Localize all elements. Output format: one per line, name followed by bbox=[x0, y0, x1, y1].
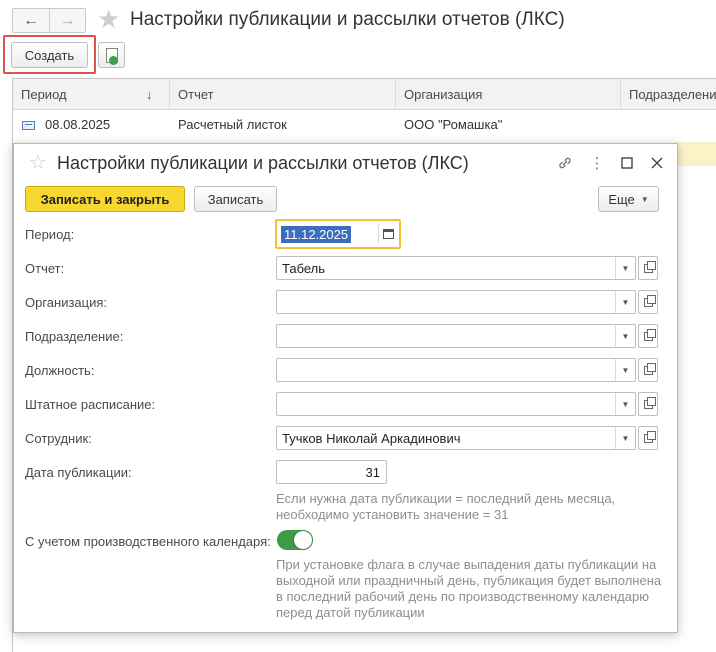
maximize-icon[interactable] bbox=[617, 153, 637, 173]
chevron-down-icon[interactable]: ▼ bbox=[615, 427, 635, 449]
open-position-button[interactable] bbox=[638, 358, 658, 382]
column-header-department[interactable]: Подразделение bbox=[621, 79, 716, 110]
chevron-down-icon[interactable]: ▼ bbox=[615, 257, 635, 279]
selected-row-highlight bbox=[673, 142, 716, 166]
create-copy-button[interactable] bbox=[98, 42, 125, 68]
more-menu-icon[interactable]: ⋮ bbox=[587, 153, 607, 173]
open-staffing-button[interactable] bbox=[638, 392, 658, 416]
employee-value: Тучков Николай Аркадинович bbox=[282, 430, 461, 446]
calendar-toggle[interactable] bbox=[277, 530, 313, 550]
column-header-organization[interactable]: Организация bbox=[396, 79, 621, 110]
period-value[interactable]: 11.12.2025 bbox=[281, 225, 352, 243]
save-button[interactable]: Записать bbox=[194, 186, 277, 212]
open-window-icon bbox=[643, 294, 656, 307]
calendar-hint: При установке флага в случае выпадения д… bbox=[276, 557, 661, 621]
table-row[interactable]: 08.08.2025 Расчетный листок ООО "Ромашка… bbox=[13, 111, 716, 139]
create-button[interactable]: Создать bbox=[11, 42, 88, 68]
forward-arrow-icon: → bbox=[59, 11, 76, 29]
period-label: Период: bbox=[25, 227, 75, 242]
record-icon bbox=[22, 121, 35, 130]
open-window-icon bbox=[643, 430, 656, 443]
back-button[interactable]: ← bbox=[13, 9, 49, 32]
open-window-icon bbox=[643, 396, 656, 409]
row-report: Расчетный листок bbox=[178, 117, 287, 132]
report-field[interactable]: Табель ▼ bbox=[276, 256, 636, 280]
row-period: 08.08.2025 bbox=[45, 117, 111, 132]
publication-date-field[interactable]: 31 bbox=[276, 460, 387, 484]
toggle-knob bbox=[294, 531, 312, 549]
column-header-report[interactable]: Отчет bbox=[170, 79, 396, 110]
sort-down-icon: ↓ bbox=[146, 87, 153, 102]
favorite-star-icon[interactable]: ☆ bbox=[29, 151, 47, 175]
calendar-icon[interactable] bbox=[383, 229, 394, 239]
back-arrow-icon: ← bbox=[23, 11, 39, 29]
chevron-down-icon[interactable]: ▼ bbox=[615, 291, 635, 313]
settings-dialog: ☆ Настройки публикации и рассылки отчето… bbox=[13, 143, 678, 633]
page-title: Настройки публикации и рассылки отчетов … bbox=[130, 9, 565, 30]
main-header: ← → ★ Настройки публикации и рассылки от… bbox=[0, 0, 716, 40]
favorite-star-icon[interactable]: ★ bbox=[97, 5, 120, 33]
organization-field[interactable]: ▼ bbox=[276, 290, 636, 314]
divider bbox=[378, 224, 379, 244]
employee-field[interactable]: Тучков Николай Аркадинович ▼ bbox=[276, 426, 636, 450]
open-window-icon bbox=[643, 328, 656, 341]
forward-button[interactable]: → bbox=[49, 9, 85, 32]
staffing-field[interactable]: ▼ bbox=[276, 392, 636, 416]
staffing-label: Штатное расписание: bbox=[25, 397, 156, 412]
department-label: Подразделение: bbox=[25, 329, 124, 344]
hint-line: перед датой публикации bbox=[276, 605, 425, 620]
open-department-button[interactable] bbox=[638, 324, 658, 348]
close-icon[interactable] bbox=[647, 153, 667, 173]
add-document-icon bbox=[105, 47, 118, 65]
open-employee-button[interactable] bbox=[638, 426, 658, 450]
hint-line: выходной или праздничный день, публикаци… bbox=[276, 573, 662, 588]
publication-date-label: Дата публикации: bbox=[25, 465, 132, 480]
position-label: Должность: bbox=[25, 363, 95, 378]
chevron-down-icon[interactable]: ▼ bbox=[615, 359, 635, 381]
nav-buttons: ← → bbox=[12, 8, 86, 33]
department-field[interactable]: ▼ bbox=[276, 324, 636, 348]
chevron-down-icon[interactable]: ▼ bbox=[615, 325, 635, 347]
chevron-down-icon[interactable]: ▼ bbox=[615, 393, 635, 415]
list-header: Период ↓ Отчет Организация Подразделение bbox=[13, 79, 716, 110]
save-and-close-button[interactable]: Записать и закрыть bbox=[25, 186, 185, 212]
hint-line: в последний рабочий день по производстве… bbox=[276, 589, 649, 604]
more-label: Еще bbox=[608, 191, 635, 207]
report-value: Табель bbox=[282, 260, 326, 276]
open-report-button[interactable] bbox=[638, 256, 658, 280]
employee-label: Сотрудник: bbox=[25, 431, 92, 446]
hint-line: Если нужна дата публикации = последний д… bbox=[276, 491, 616, 506]
dialog-title: Настройки публикации и рассылки отчетов … bbox=[57, 153, 469, 173]
publication-date-hint: Если нужна дата публикации = последний д… bbox=[276, 491, 615, 523]
open-window-icon bbox=[643, 362, 656, 375]
open-window-icon bbox=[643, 260, 656, 273]
chevron-down-icon: ▼ bbox=[640, 194, 649, 204]
publication-date-value[interactable]: 31 bbox=[366, 465, 386, 480]
calendar-label: С учетом производственного календаря: bbox=[25, 534, 271, 549]
position-field[interactable]: ▼ bbox=[276, 358, 636, 382]
row-organization: ООО "Ромашка" bbox=[404, 117, 503, 132]
organization-label: Организация: bbox=[25, 295, 108, 310]
period-field[interactable]: 11.12.2025 bbox=[275, 219, 401, 249]
more-button[interactable]: Еще ▼ bbox=[598, 186, 659, 212]
hint-line: При установке флага в случае выпадения д… bbox=[276, 557, 657, 572]
hint-line: необходимо установить значение = 31 bbox=[276, 507, 509, 522]
report-label: Отчет: bbox=[25, 261, 65, 276]
open-organization-button[interactable] bbox=[638, 290, 658, 314]
link-icon[interactable] bbox=[555, 153, 575, 173]
